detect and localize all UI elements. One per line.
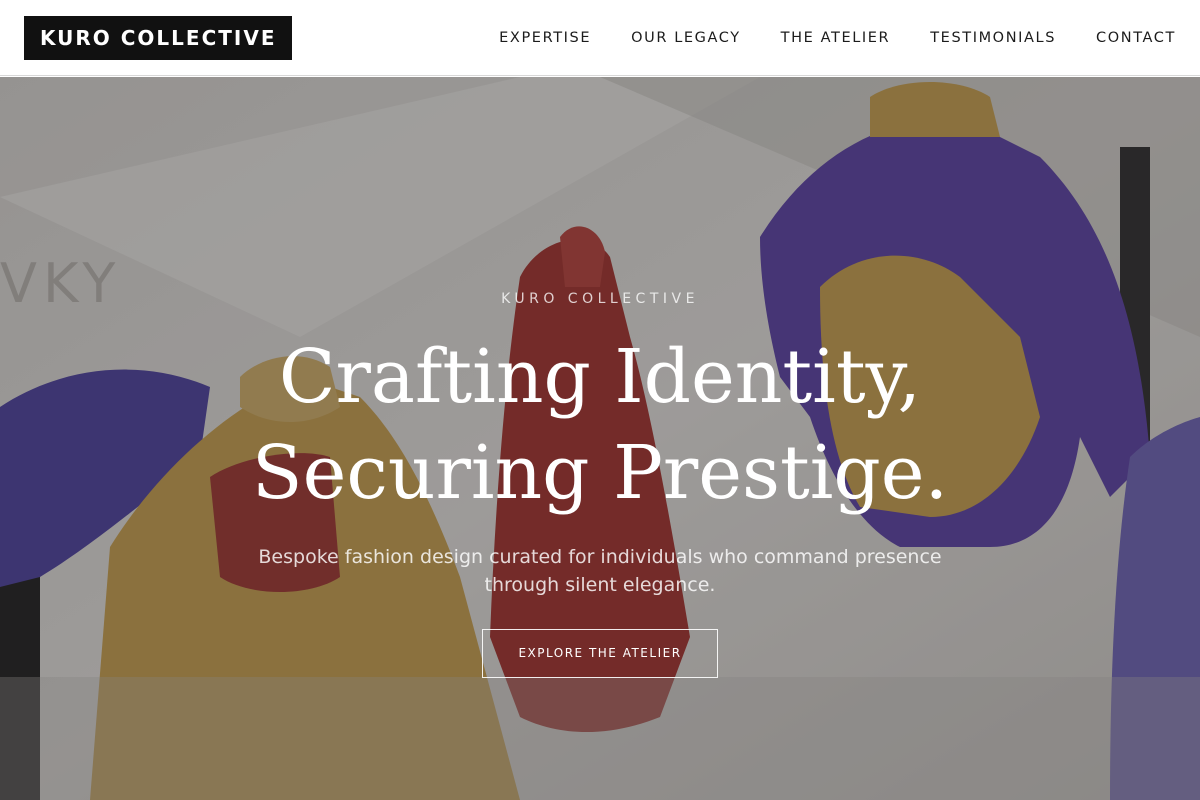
nav-link-the-atelier[interactable]: THE ATELIER xyxy=(781,30,891,46)
explore-atelier-button[interactable]: EXPLORE THE ATELIER xyxy=(482,629,718,678)
hero-content: KURO COLLECTIVE Crafting Identity, Secur… xyxy=(0,291,1200,678)
nav-link-contact[interactable]: CONTACT xyxy=(1096,30,1176,46)
site-header: KURO COLLECTIVE EXPERTISE OUR LEGACY THE… xyxy=(0,0,1200,76)
nav-link-expertise[interactable]: EXPERTISE xyxy=(499,30,591,46)
main-nav: EXPERTISE OUR LEGACY THE ATELIER TESTIMO… xyxy=(499,0,1176,76)
hero-eyebrow: KURO COLLECTIVE xyxy=(501,291,699,307)
hero-section: VKY KURO COLLECTIVE Crafting Identity, S… xyxy=(0,77,1200,800)
hero-headline: Crafting Identity, Securing Prestige. xyxy=(0,329,1200,521)
hero-headline-line-1: Crafting Identity, xyxy=(278,334,922,420)
nav-link-testimonials[interactable]: TESTIMONIALS xyxy=(930,30,1056,46)
nav-link-our-legacy[interactable]: OUR LEGACY xyxy=(631,30,741,46)
hero-headline-line-2: Securing Prestige. xyxy=(251,430,949,516)
logo[interactable]: KURO COLLECTIVE xyxy=(24,16,293,60)
hero-subtitle: Bespoke fashion design curated for indiv… xyxy=(258,546,942,596)
